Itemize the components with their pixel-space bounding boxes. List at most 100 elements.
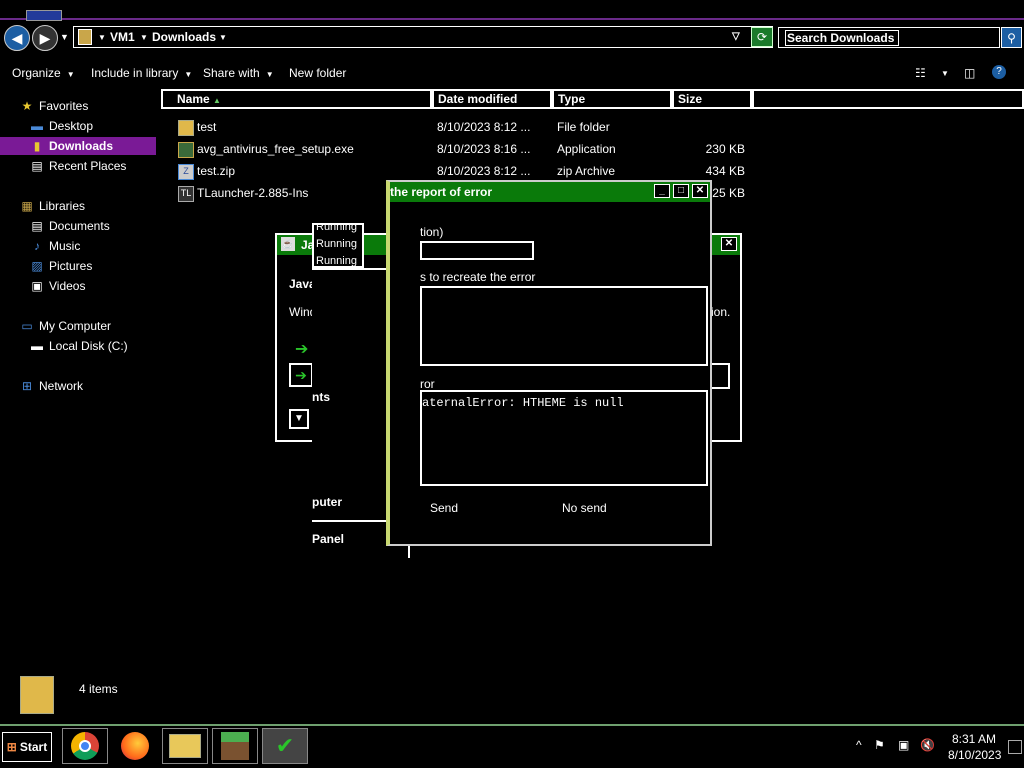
item-count: 4 items: [79, 682, 118, 696]
steps-textarea[interactable]: [420, 286, 708, 366]
file-name: test: [197, 120, 217, 134]
sidebar-item-my-computer[interactable]: ▭ My Computer: [20, 317, 111, 335]
file-row[interactable]: avg_antivirus_free_setup.exe 8/10/2023 8…: [178, 140, 758, 158]
refresh-button[interactable]: ⟳: [751, 27, 773, 47]
chrome-icon: [71, 732, 99, 760]
sidebar-item-network[interactable]: ⊞ Network: [20, 377, 83, 395]
new-folder-button[interactable]: New folder: [289, 66, 346, 80]
maximize-button[interactable]: □: [673, 184, 689, 198]
menu-item-computer[interactable]: puter: [312, 495, 342, 509]
sidebar-item-documents[interactable]: ▤ Documents: [30, 217, 109, 235]
field-label: s to recreate the error: [420, 270, 536, 284]
menu-item-control-panel[interactable]: Panel: [312, 532, 344, 546]
taskbar-minecraft[interactable]: [212, 728, 258, 764]
taskbar: ⊞ Start ✔ ^ ⚑ ▣ 🔇 8:31 AM 8/10/2023: [0, 724, 1024, 768]
view-dropdown-icon[interactable]: ▼: [941, 69, 949, 78]
taskbar-firefox[interactable]: [112, 728, 158, 764]
sidebar-item-downloads[interactable]: ▮ Downloads: [0, 137, 156, 155]
preview-pane-icon[interactable]: ◫: [964, 66, 975, 80]
close-button[interactable]: ✕: [692, 184, 708, 198]
running-list: Running Running Running: [312, 223, 364, 268]
expand-icon[interactable]: ▼: [289, 409, 309, 429]
arrow-left-icon: ◀: [11, 29, 23, 46]
command-bar: Organize ▼ Include in library ▼ Share with…: [0, 60, 1024, 84]
file-size: 230 KB: [705, 142, 745, 156]
file-size: 434 KB: [705, 164, 745, 178]
file-date: 8/10/2023 8:16 ...: [437, 142, 531, 156]
file-type: Application: [557, 142, 616, 156]
status-bar: 4 items: [0, 664, 1024, 724]
show-hidden-icons[interactable]: ^: [856, 738, 862, 752]
clock-date[interactable]: 8/10/2023: [948, 748, 1001, 762]
forward-button[interactable]: ▶: [32, 25, 58, 51]
installer-icon: [178, 142, 194, 158]
windows-logo-icon: ⊞: [6, 740, 17, 754]
arrow-right-icon[interactable]: ➔: [295, 339, 308, 359]
back-button[interactable]: ◀: [4, 25, 30, 51]
running-item: Running: [316, 223, 357, 233]
clock-time[interactable]: 8:31 AM: [952, 732, 996, 746]
sidebar-item-music[interactable]: ♪ Music: [30, 237, 80, 255]
network-icon[interactable]: ▣: [898, 738, 909, 752]
libraries-icon: ▦: [21, 199, 33, 213]
network-icon: ⊞: [21, 379, 33, 393]
taskbar-chrome[interactable]: [62, 728, 108, 764]
sidebar-item-desktop[interactable]: ▬ Desktop: [30, 117, 93, 135]
sidebar-item-recent-places[interactable]: ▤ Recent Places: [30, 157, 126, 175]
file-name: test.zip: [197, 164, 236, 178]
flag-icon[interactable]: ⚑: [874, 738, 885, 752]
sidebar-item-favorites[interactable]: ★ Favorites: [20, 97, 89, 115]
file-type: zip Archive: [557, 164, 616, 178]
share-with-button[interactable]: Share with ▼: [203, 66, 274, 80]
menu-item-label[interactable]: nts: [312, 390, 330, 404]
help-icon[interactable]: ?: [992, 65, 1006, 79]
running-item: Running: [316, 238, 357, 250]
column-header-date[interactable]: Date modified: [432, 89, 552, 109]
name-input[interactable]: [420, 241, 534, 260]
include-label: Include in library: [91, 66, 179, 80]
organize-button[interactable]: Organize ▼: [12, 66, 75, 80]
divider: [0, 18, 1024, 20]
file-row[interactable]: test 8/10/2023 8:12 ... File folder: [178, 118, 758, 136]
chevron-icon[interactable]: ▼: [219, 33, 227, 42]
no-send-button[interactable]: No send: [562, 501, 607, 515]
sidebar-label: Pictures: [49, 259, 93, 273]
breadcrumb-downloads[interactable]: Downloads: [152, 30, 216, 44]
file-row[interactable]: Z test.zip 8/10/2023 8:12 ... zip Archiv…: [178, 162, 758, 180]
arrow-right-icon: ▶: [39, 29, 51, 46]
minimize-button[interactable]: _: [654, 184, 670, 198]
address-dropdown-icon[interactable]: ▽: [732, 31, 740, 42]
sidebar-label: Desktop: [49, 119, 94, 133]
history-dropdown[interactable]: ▼: [60, 32, 69, 42]
sidebar-item-pictures[interactable]: ▨ Pictures: [30, 257, 92, 275]
column-header-size[interactable]: Size: [672, 89, 752, 109]
chevron-icon[interactable]: ▼: [98, 33, 106, 42]
search-input[interactable]: [785, 30, 899, 46]
computer-icon: ▭: [21, 319, 33, 333]
search-box[interactable]: [778, 27, 1000, 48]
taskbar-error-reporter[interactable]: ✔: [262, 728, 308, 764]
chevron-icon[interactable]: ▼: [140, 33, 148, 42]
breadcrumb-vm1[interactable]: VM1: [110, 30, 135, 44]
sidebar-label: Network: [39, 379, 84, 393]
sidebar-label: Music: [49, 239, 81, 253]
taskbar-explorer[interactable]: [162, 728, 208, 764]
error-details-textarea[interactable]: aternalError: HTHEME is null: [420, 390, 708, 486]
sidebar-item-local-disk[interactable]: ▬ Local Disk (C:): [30, 337, 128, 355]
sidebar-item-videos[interactable]: ▣ Videos: [30, 277, 85, 295]
error-dialog-titlebar[interactable]: the report of error _ □ ✕: [390, 182, 710, 202]
volume-muted-icon[interactable]: 🔇: [920, 738, 935, 752]
address-bar[interactable]: ▼ VM1 ▼ Downloads ▼ ▽: [73, 26, 773, 48]
search-button[interactable]: ⚲: [1001, 27, 1022, 48]
start-label: Start: [19, 740, 48, 754]
start-button[interactable]: ⊞ Start: [2, 732, 52, 762]
send-button[interactable]: Send: [430, 501, 458, 515]
column-header-type[interactable]: Type: [552, 89, 672, 109]
arrow-right-icon[interactable]: ➔: [289, 363, 313, 387]
view-options-icon[interactable]: ☷: [915, 66, 926, 80]
show-desktop-button[interactable]: [1008, 740, 1022, 754]
column-header-name[interactable]: Name ▲: [161, 89, 432, 109]
include-library-button[interactable]: Include in library ▼: [91, 66, 192, 80]
sidebar-item-libraries[interactable]: ▦ Libraries: [20, 197, 85, 215]
close-button[interactable]: ✕: [721, 237, 737, 251]
